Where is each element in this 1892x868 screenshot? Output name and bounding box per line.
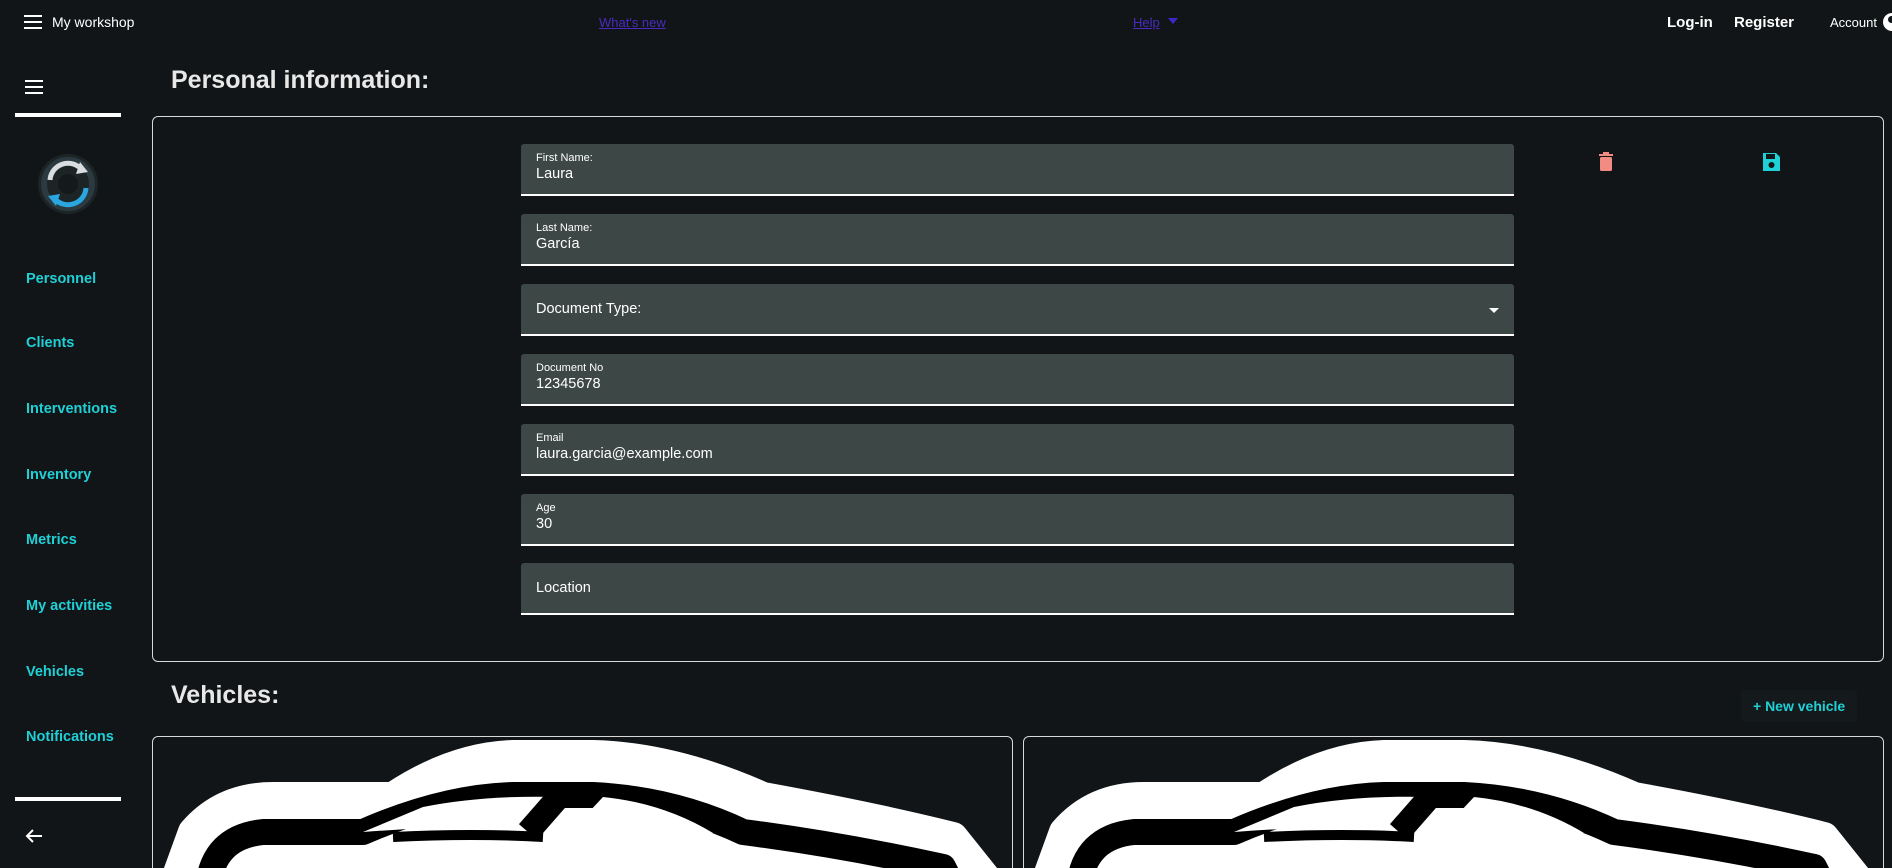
- vehicle-card[interactable]: [1023, 736, 1884, 868]
- whats-new-link[interactable]: What's new: [599, 15, 666, 30]
- field-label: Last Name:: [536, 222, 593, 234]
- field-label: Email: [536, 432, 564, 444]
- chevron-down-icon[interactable]: [1168, 18, 1178, 24]
- field-label: Document No: [536, 362, 604, 374]
- field-value: 12345678: [536, 376, 601, 392]
- car-icon: [163, 740, 998, 868]
- divider: [15, 113, 121, 117]
- document-type-select[interactable]: Document Type:: [521, 284, 1514, 336]
- trash-icon[interactable]: [1594, 150, 1618, 174]
- hamburger-icon[interactable]: [25, 79, 43, 95]
- age-field[interactable]: Age 30: [521, 494, 1514, 546]
- login-button[interactable]: Log-in: [1667, 14, 1713, 31]
- account-button[interactable]: Account: [1830, 15, 1877, 30]
- arrow-left-icon[interactable]: [25, 828, 43, 844]
- field-label: Age: [536, 502, 556, 514]
- field-label: First Name:: [536, 152, 593, 164]
- first-name-field[interactable]: First Name: Laura: [521, 144, 1514, 196]
- location-field[interactable]: Location: [521, 563, 1514, 615]
- top-app-bar: My workshop What's new Help Log-in Regis…: [0, 0, 1892, 44]
- sidebar-item-my-activities[interactable]: My activities: [26, 598, 112, 614]
- chevron-down-icon[interactable]: [1489, 308, 1499, 313]
- field-value: laura.garcia@example.com: [536, 446, 713, 462]
- new-vehicle-button[interactable]: + New vehicle: [1741, 690, 1858, 722]
- email-field[interactable]: Email laura.garcia@example.com: [521, 424, 1514, 476]
- personal-info-title: Personal information:: [171, 66, 430, 94]
- help-link[interactable]: Help: [1133, 15, 1160, 30]
- document-number-field[interactable]: Document No 12345678: [521, 354, 1514, 406]
- car-icon: [1034, 740, 1869, 868]
- sidebar-item-personnel[interactable]: Personnel: [26, 271, 96, 287]
- sidebar-item-metrics[interactable]: Metrics: [26, 532, 77, 548]
- field-value: García: [536, 236, 580, 252]
- register-button[interactable]: Register: [1734, 14, 1794, 31]
- sidebar-item-notifications[interactable]: Notifications: [26, 729, 114, 745]
- hamburger-icon[interactable]: [24, 13, 44, 31]
- sidebar-item-inventory[interactable]: Inventory: [26, 467, 91, 483]
- vehicles-title: Vehicles:: [171, 681, 280, 709]
- sidebar-nav: Personnel Clients Interventions Inventor…: [0, 44, 140, 868]
- account-circle-icon[interactable]: [1883, 13, 1892, 31]
- app-title[interactable]: My workshop: [52, 14, 134, 30]
- vehicle-card[interactable]: [152, 736, 1013, 868]
- sidebar-item-interventions[interactable]: Interventions: [26, 401, 117, 417]
- sidebar-item-clients[interactable]: Clients: [26, 335, 74, 351]
- app-logo: [38, 154, 98, 214]
- last-name-field[interactable]: Last Name: García: [521, 214, 1514, 266]
- field-label: Location: [536, 580, 591, 596]
- field-value: 30: [536, 516, 553, 532]
- floppy-disk-icon[interactable]: [1759, 150, 1783, 174]
- field-label: Document Type:: [536, 301, 642, 317]
- field-value: Laura: [536, 166, 574, 182]
- sidebar-item-vehicles[interactable]: Vehicles: [26, 664, 84, 680]
- divider: [15, 797, 121, 801]
